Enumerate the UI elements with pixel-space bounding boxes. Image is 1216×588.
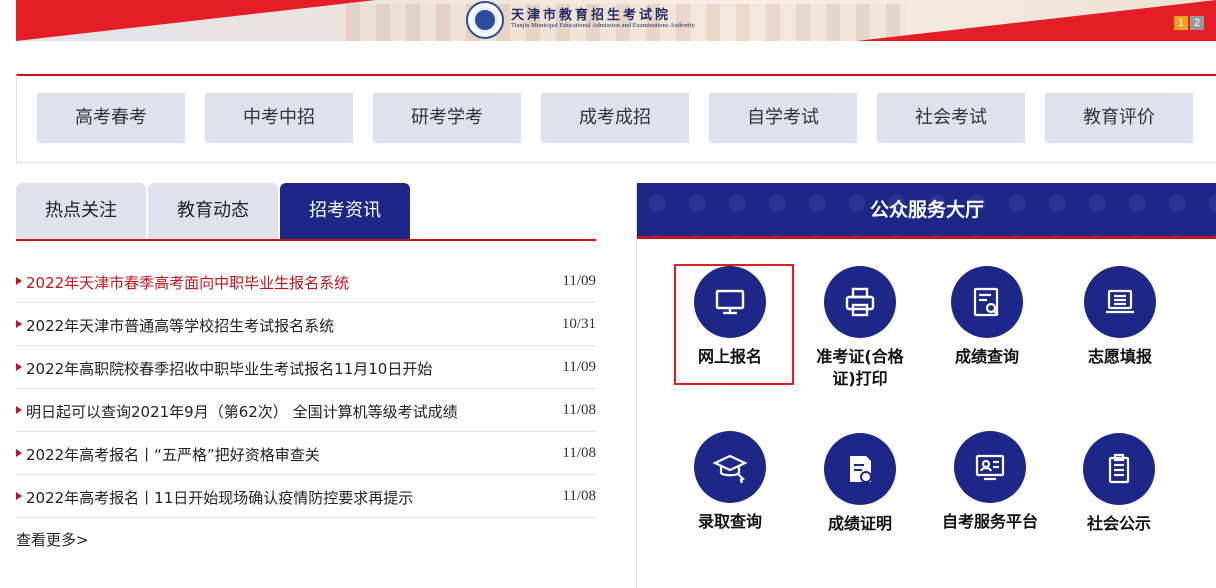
- news-title[interactable]: 2022年高职院校春季招收中职毕业生考试报名11月10日开始: [26, 358, 432, 379]
- service-application-filling[interactable]: 志愿填报: [1065, 266, 1175, 368]
- service-label[interactable]: 社会公示: [1064, 513, 1174, 535]
- news-date: 11/08: [562, 445, 596, 461]
- category-nav: 高考春考 中考中招 研考学考 成考成招 自学考试 社会考试 教育评价: [16, 74, 1216, 163]
- org-name-en: Tianjin Municipal Educational Admission …: [511, 22, 695, 29]
- service-label[interactable]: 成绩证明: [805, 513, 915, 535]
- nav-yankao-xuekao[interactable]: 研考学考: [373, 93, 521, 143]
- nav-zhongkao[interactable]: 中考中招: [205, 93, 353, 143]
- news-date: 11/09: [562, 273, 596, 289]
- org-name-cn: 天津市教育招生考试院: [511, 8, 672, 23]
- news-title[interactable]: 2022年高考报名丨“五严格”把好资格审查关: [26, 444, 320, 465]
- nav-shehui-kaoshi[interactable]: 社会考试: [877, 93, 1025, 143]
- service-label[interactable]: 准考证(合格证)打印: [805, 346, 915, 390]
- more-link[interactable]: 查看更多>: [16, 529, 89, 550]
- news-item[interactable]: 2022年天津市普通高等学校招生考试报名系统 10/31: [16, 303, 596, 346]
- org-logo-icon[interactable]: [466, 1, 504, 39]
- news-item[interactable]: 明日起可以查询2021年9月（第62次） 全国计算机等级考试成绩 11/08: [16, 389, 596, 432]
- news-item[interactable]: 2022年高考报名丨11日开始现场确认疫情防控要求再提示 11/08: [16, 475, 596, 518]
- nav-chengkao[interactable]: 成考成招: [541, 93, 689, 143]
- printer-icon[interactable]: [824, 266, 896, 338]
- graduation-cap-icon[interactable]: [694, 431, 766, 503]
- news-list: 2022年天津市春季高考面向中职毕业生报名系统 11/09 2022年天津市普通…: [16, 260, 596, 518]
- banner-red-right: [856, 0, 1216, 41]
- news-date: 11/08: [562, 488, 596, 504]
- news-date: 11/09: [562, 359, 596, 375]
- news-title[interactable]: 2022年天津市春季高考面向中职毕业生报名系统: [26, 272, 349, 293]
- triangle-bullet-icon: [16, 492, 22, 500]
- news-item[interactable]: 2022年高考报名丨“五严格”把好资格审查关 11/08: [16, 432, 596, 475]
- news-title[interactable]: 2022年高考报名丨11日开始现场确认疫情防控要求再提示: [26, 487, 413, 508]
- tab-hot-topics[interactable]: 热点关注: [16, 183, 146, 239]
- service-label[interactable]: 志愿填报: [1065, 346, 1175, 368]
- banner-red-left: [16, 0, 376, 41]
- banner-page-2[interactable]: 2: [1190, 16, 1204, 30]
- screen-user-icon[interactable]: [954, 431, 1026, 503]
- triangle-bullet-icon: [16, 277, 22, 285]
- clipboard-icon[interactable]: [1083, 433, 1155, 505]
- service-self-exam-platform[interactable]: 自考服务平台: [935, 431, 1045, 533]
- news-date: 10/31: [561, 316, 596, 332]
- service-label[interactable]: 自考服务平台: [935, 511, 1045, 533]
- triangle-bullet-icon: [16, 363, 22, 371]
- certificate-icon[interactable]: [824, 433, 896, 505]
- news-item[interactable]: 2022年高职院校春季招收中职毕业生考试报名11月10日开始 11/09: [16, 346, 596, 389]
- nav-gaokao-chunkao[interactable]: 高考春考: [37, 93, 185, 143]
- service-score-query[interactable]: 成绩查询: [932, 266, 1042, 368]
- banner-pager: 1 2: [1174, 16, 1204, 30]
- service-label[interactable]: 录取查询: [675, 511, 785, 533]
- triangle-bullet-icon: [16, 449, 22, 457]
- nav-jiaoyu-pingjia[interactable]: 教育评价: [1045, 93, 1193, 143]
- service-admission-query[interactable]: 录取查询: [675, 431, 785, 533]
- service-hall-title: 公众服务大厅: [637, 183, 1216, 239]
- triangle-bullet-icon: [16, 320, 22, 328]
- tab-education-news[interactable]: 教育动态: [148, 183, 278, 239]
- service-public-notice[interactable]: 社会公示: [1064, 433, 1174, 535]
- banner-page-1[interactable]: 1: [1174, 16, 1188, 30]
- nav-zixue-kaoshi[interactable]: 自学考试: [709, 93, 857, 143]
- triangle-bullet-icon: [16, 406, 22, 414]
- news-item[interactable]: 2022年天津市春季高考面向中职毕业生报名系统 11/09: [16, 260, 596, 303]
- news-title[interactable]: 明日起可以查询2021年9月（第62次） 全国计算机等级考试成绩: [26, 401, 458, 422]
- service-admission-ticket-print[interactable]: 准考证(合格证)打印: [805, 266, 915, 390]
- laptop-list-icon[interactable]: [1084, 266, 1156, 338]
- news-tabs: 热点关注 教育动态 招考资讯: [16, 183, 596, 241]
- news-date: 11/08: [562, 402, 596, 418]
- news-title[interactable]: 2022年天津市普通高等学校招生考试报名系统: [26, 315, 334, 336]
- service-label[interactable]: 成绩查询: [932, 346, 1042, 368]
- selection-highlight-box: [674, 264, 794, 385]
- score-search-icon[interactable]: [951, 266, 1023, 338]
- tab-admission-info[interactable]: 招考资讯: [280, 183, 410, 239]
- service-score-certificate[interactable]: 成绩证明: [805, 433, 915, 535]
